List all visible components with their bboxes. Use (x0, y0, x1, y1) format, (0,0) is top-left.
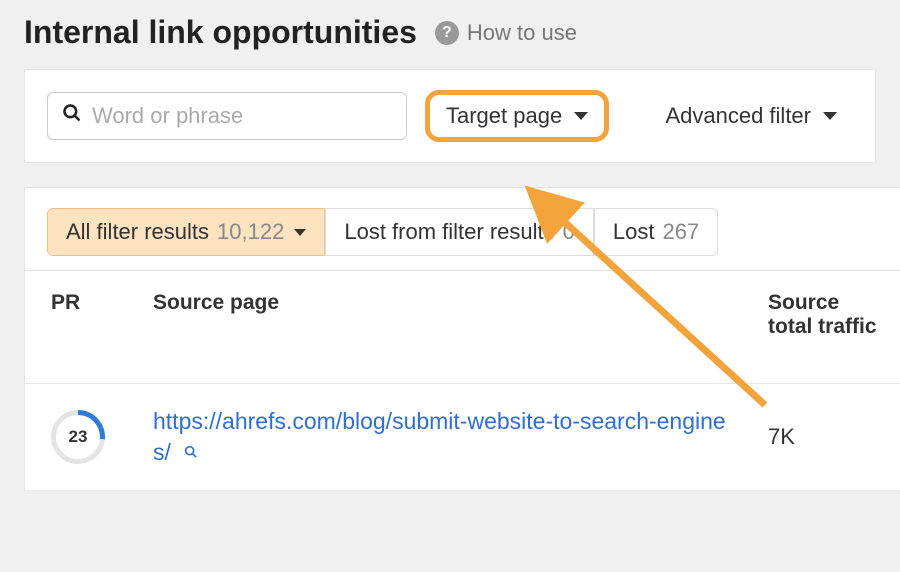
search-icon (62, 103, 82, 129)
col-source-total-traffic[interactable]: Source total traffic (750, 271, 900, 384)
page-header: Internal link opportunities ? How to use (0, 0, 900, 69)
filters-panel: Target page Advanced filter (24, 69, 876, 163)
inspect-icon[interactable] (183, 444, 199, 465)
table-row: 23 https://ahrefs.com/blog/submit-websit… (25, 384, 900, 491)
target-page-dropdown[interactable]: Target page (425, 90, 609, 142)
tab-all-filter-results[interactable]: All filter results 10,122 (47, 208, 325, 256)
tab-lost-filter-count: 0 (563, 219, 575, 245)
help-icon: ? (435, 21, 459, 45)
search-input[interactable] (92, 103, 392, 129)
table-header-row: PR Source page Source total traffic (25, 271, 900, 384)
tab-lost[interactable]: Lost 267 (594, 208, 718, 256)
result-tabs: All filter results 10,122 Lost from filt… (25, 188, 900, 270)
tab-lost-from-filter[interactable]: Lost from filter results 0 (325, 208, 594, 256)
advanced-filter-dropdown[interactable]: Advanced filter (649, 93, 853, 139)
tab-lost-filter-label: Lost from filter results (344, 219, 554, 245)
advanced-filter-label: Advanced filter (665, 103, 811, 129)
results-panel: All filter results 10,122 Lost from filt… (24, 187, 900, 491)
filters-row: Target page Advanced filter (25, 70, 875, 162)
how-to-use-label: How to use (467, 20, 577, 46)
results-table: PR Source page Source total traffic 23 h… (25, 270, 900, 491)
col-source-page[interactable]: Source page (135, 271, 750, 384)
cell-pr: 23 (25, 384, 135, 491)
search-input-wrap[interactable] (47, 92, 407, 140)
target-page-dropdown-label: Target page (446, 103, 562, 129)
chevron-down-icon (574, 112, 588, 120)
pr-gauge: 23 (51, 410, 105, 464)
chevron-down-icon (294, 229, 306, 236)
source-url-link[interactable]: https://ahrefs.com/blog/submit-website-t… (153, 408, 726, 465)
tab-lost-count: 267 (662, 219, 699, 245)
tab-lost-label: Lost (613, 219, 655, 245)
pr-value: 23 (69, 427, 88, 447)
page-title: Internal link opportunities (24, 14, 417, 51)
how-to-use-link[interactable]: ? How to use (435, 20, 577, 46)
cell-source-page: https://ahrefs.com/blog/submit-website-t… (135, 384, 750, 491)
cell-traffic: 7K (750, 384, 900, 491)
col-pr[interactable]: PR (25, 271, 135, 384)
tab-all-count: 10,122 (217, 219, 284, 245)
tab-all-label: All filter results (66, 219, 209, 245)
chevron-down-icon (823, 112, 837, 120)
